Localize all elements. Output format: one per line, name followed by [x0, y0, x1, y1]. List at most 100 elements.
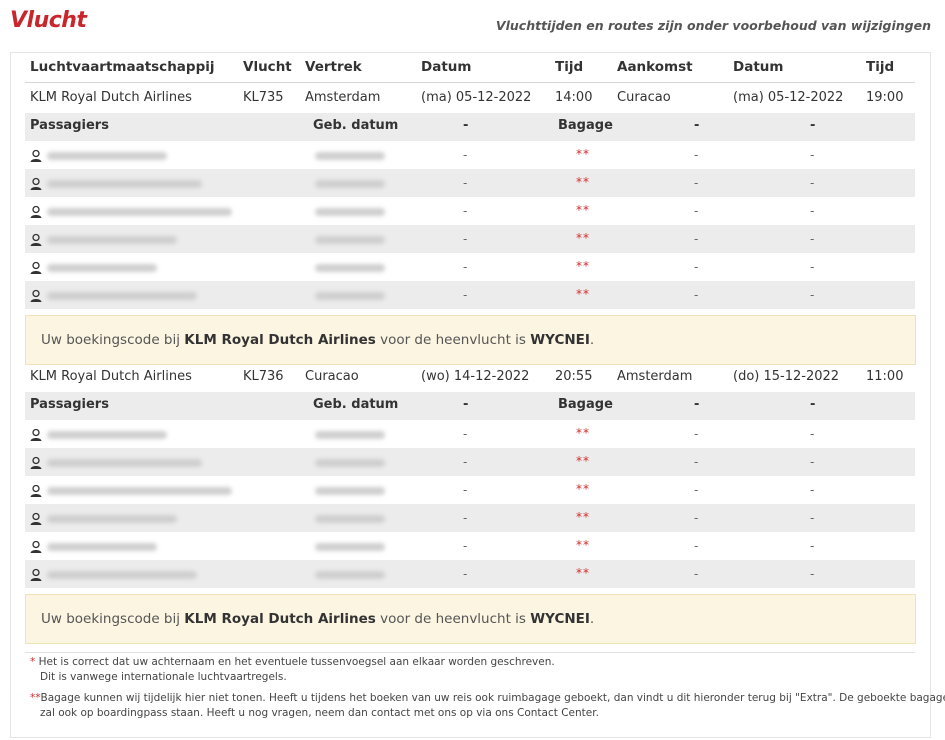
person-icon	[29, 483, 43, 497]
passenger-birthdate-redacted	[315, 208, 385, 216]
passenger-name-redacted	[47, 571, 197, 579]
passenger-baggage: **	[576, 175, 590, 189]
passenger-dash: -	[463, 483, 468, 497]
booking-code-notice: Uw boekingscode bij KLM Royal Dutch Airl…	[25, 315, 916, 365]
person-icon	[29, 567, 43, 581]
col-header-arrival: Aankomst	[617, 59, 693, 75]
person-icon	[29, 427, 43, 441]
passenger-baggage: **	[576, 231, 590, 245]
dash-header: -	[463, 397, 469, 412]
flight-airline: KLM Royal Dutch Airlines	[30, 369, 192, 384]
passenger-name-redacted	[47, 543, 157, 551]
passenger-name-redacted	[47, 515, 177, 523]
passenger-dash: -	[694, 427, 699, 441]
flight-dep-date: (wo) 14-12-2022	[421, 369, 530, 384]
col-header-flight: Vlucht	[243, 59, 292, 75]
flight-number: KL735	[243, 90, 284, 105]
flight-arr-date: (ma) 05-12-2022	[733, 90, 844, 105]
page-subtitle: Vluchttijden en routes zijn onder voorbe…	[495, 18, 931, 33]
passenger-birthdate-redacted	[315, 152, 385, 160]
dash-header: -	[810, 397, 816, 412]
flight-arrival: Curacao	[617, 90, 671, 105]
passenger-dash: -	[810, 232, 815, 246]
passenger-dash: -	[694, 232, 699, 246]
passenger-dash: -	[463, 204, 468, 218]
dash-header: -	[463, 118, 469, 133]
passenger-baggage: **	[576, 259, 590, 273]
passenger-baggage: **	[576, 147, 590, 161]
notice-airline: KLM Royal Dutch Airlines	[184, 611, 376, 627]
notice-suffix: .	[589, 332, 595, 348]
flight-arrival: Amsterdam	[617, 369, 693, 384]
col-header-dep-date: Datum	[421, 59, 472, 75]
person-icon	[29, 288, 43, 302]
passenger-birthdate-redacted	[315, 180, 385, 188]
passenger-dash: -	[810, 427, 815, 441]
col-header-airline: Luchtvaartmaatschappij	[30, 59, 215, 75]
passenger-dash: -	[810, 260, 815, 274]
notice-airline: KLM Royal Dutch Airlines	[184, 332, 376, 348]
passenger-dash: -	[463, 260, 468, 274]
person-icon	[29, 455, 43, 469]
passenger-birthdate-redacted	[315, 264, 385, 272]
passenger-birthdate-redacted	[315, 292, 385, 300]
person-icon	[29, 232, 43, 246]
passenger-dash: -	[694, 483, 699, 497]
flight-dep-time: 20:55	[555, 369, 593, 384]
passenger-birthdate-redacted	[315, 515, 385, 523]
passenger-dash: -	[694, 539, 699, 553]
passenger-dash: -	[810, 148, 815, 162]
flight-number: KL736	[243, 369, 284, 384]
flight-departure: Amsterdam	[305, 90, 381, 105]
baggage-header: Bagage	[558, 397, 613, 412]
flight-arr-time: 11:00	[866, 369, 904, 384]
passenger-dash: -	[810, 288, 815, 302]
person-icon	[29, 204, 43, 218]
passenger-dash: -	[463, 455, 468, 469]
notice-middle: voor de heenvlucht is	[380, 332, 526, 348]
passenger-dash: -	[463, 288, 468, 302]
passenger-dash: -	[810, 539, 815, 553]
person-icon	[29, 511, 43, 525]
page-title: Vlucht	[10, 8, 87, 33]
dash-header: -	[694, 118, 700, 133]
passenger-dash: -	[463, 148, 468, 162]
notice-prefix: Uw boekingscode bij	[41, 332, 180, 348]
passenger-baggage: **	[576, 454, 590, 468]
booking-code: WYCNEI	[530, 332, 590, 348]
passenger-row	[25, 532, 915, 560]
passenger-name-redacted	[47, 152, 167, 160]
passenger-birthdate-redacted	[315, 487, 385, 495]
flight-departure: Curacao	[305, 369, 359, 384]
header-divider	[25, 82, 915, 83]
booking-code-text: Uw boekingscode bij KLM Royal Dutch Airl…	[41, 332, 594, 348]
footnote-1-line-1: Het is correct dat uw achternaam en het …	[38, 656, 555, 668]
passenger-dash: -	[810, 511, 815, 525]
passenger-row	[25, 253, 915, 281]
passenger-birthdate-redacted	[315, 236, 385, 244]
passenger-birthdate-redacted	[315, 571, 385, 579]
footnote-1-line-2: Dit is vanwege internationale luchtvaart…	[40, 671, 287, 683]
passenger-dash: -	[694, 148, 699, 162]
passenger-name-redacted	[47, 431, 167, 439]
passenger-dash: -	[463, 232, 468, 246]
passenger-dash: -	[694, 455, 699, 469]
passenger-dash: -	[463, 511, 468, 525]
person-icon	[29, 539, 43, 553]
booking-code-text: Uw boekingscode bij KLM Royal Dutch Airl…	[41, 611, 594, 627]
footnote-1-mark: *	[30, 656, 36, 668]
passenger-name-redacted	[47, 264, 157, 272]
passenger-name-redacted	[47, 180, 202, 188]
col-header-arr-time: Tijd	[866, 59, 895, 75]
footnote-2-mark: **	[30, 692, 41, 704]
passenger-baggage: **	[576, 203, 590, 217]
passenger-baggage: **	[576, 538, 590, 552]
passenger-baggage: **	[576, 482, 590, 496]
baggage-header: Bagage	[558, 118, 613, 133]
passenger-dash: -	[694, 176, 699, 190]
dash-header: -	[810, 118, 816, 133]
passenger-name-redacted	[47, 487, 232, 495]
footnote-2: **Bagage kunnen wij tijdelijk hier niet …	[30, 691, 945, 721]
passenger-dash: -	[810, 176, 815, 190]
passenger-dash: -	[694, 288, 699, 302]
